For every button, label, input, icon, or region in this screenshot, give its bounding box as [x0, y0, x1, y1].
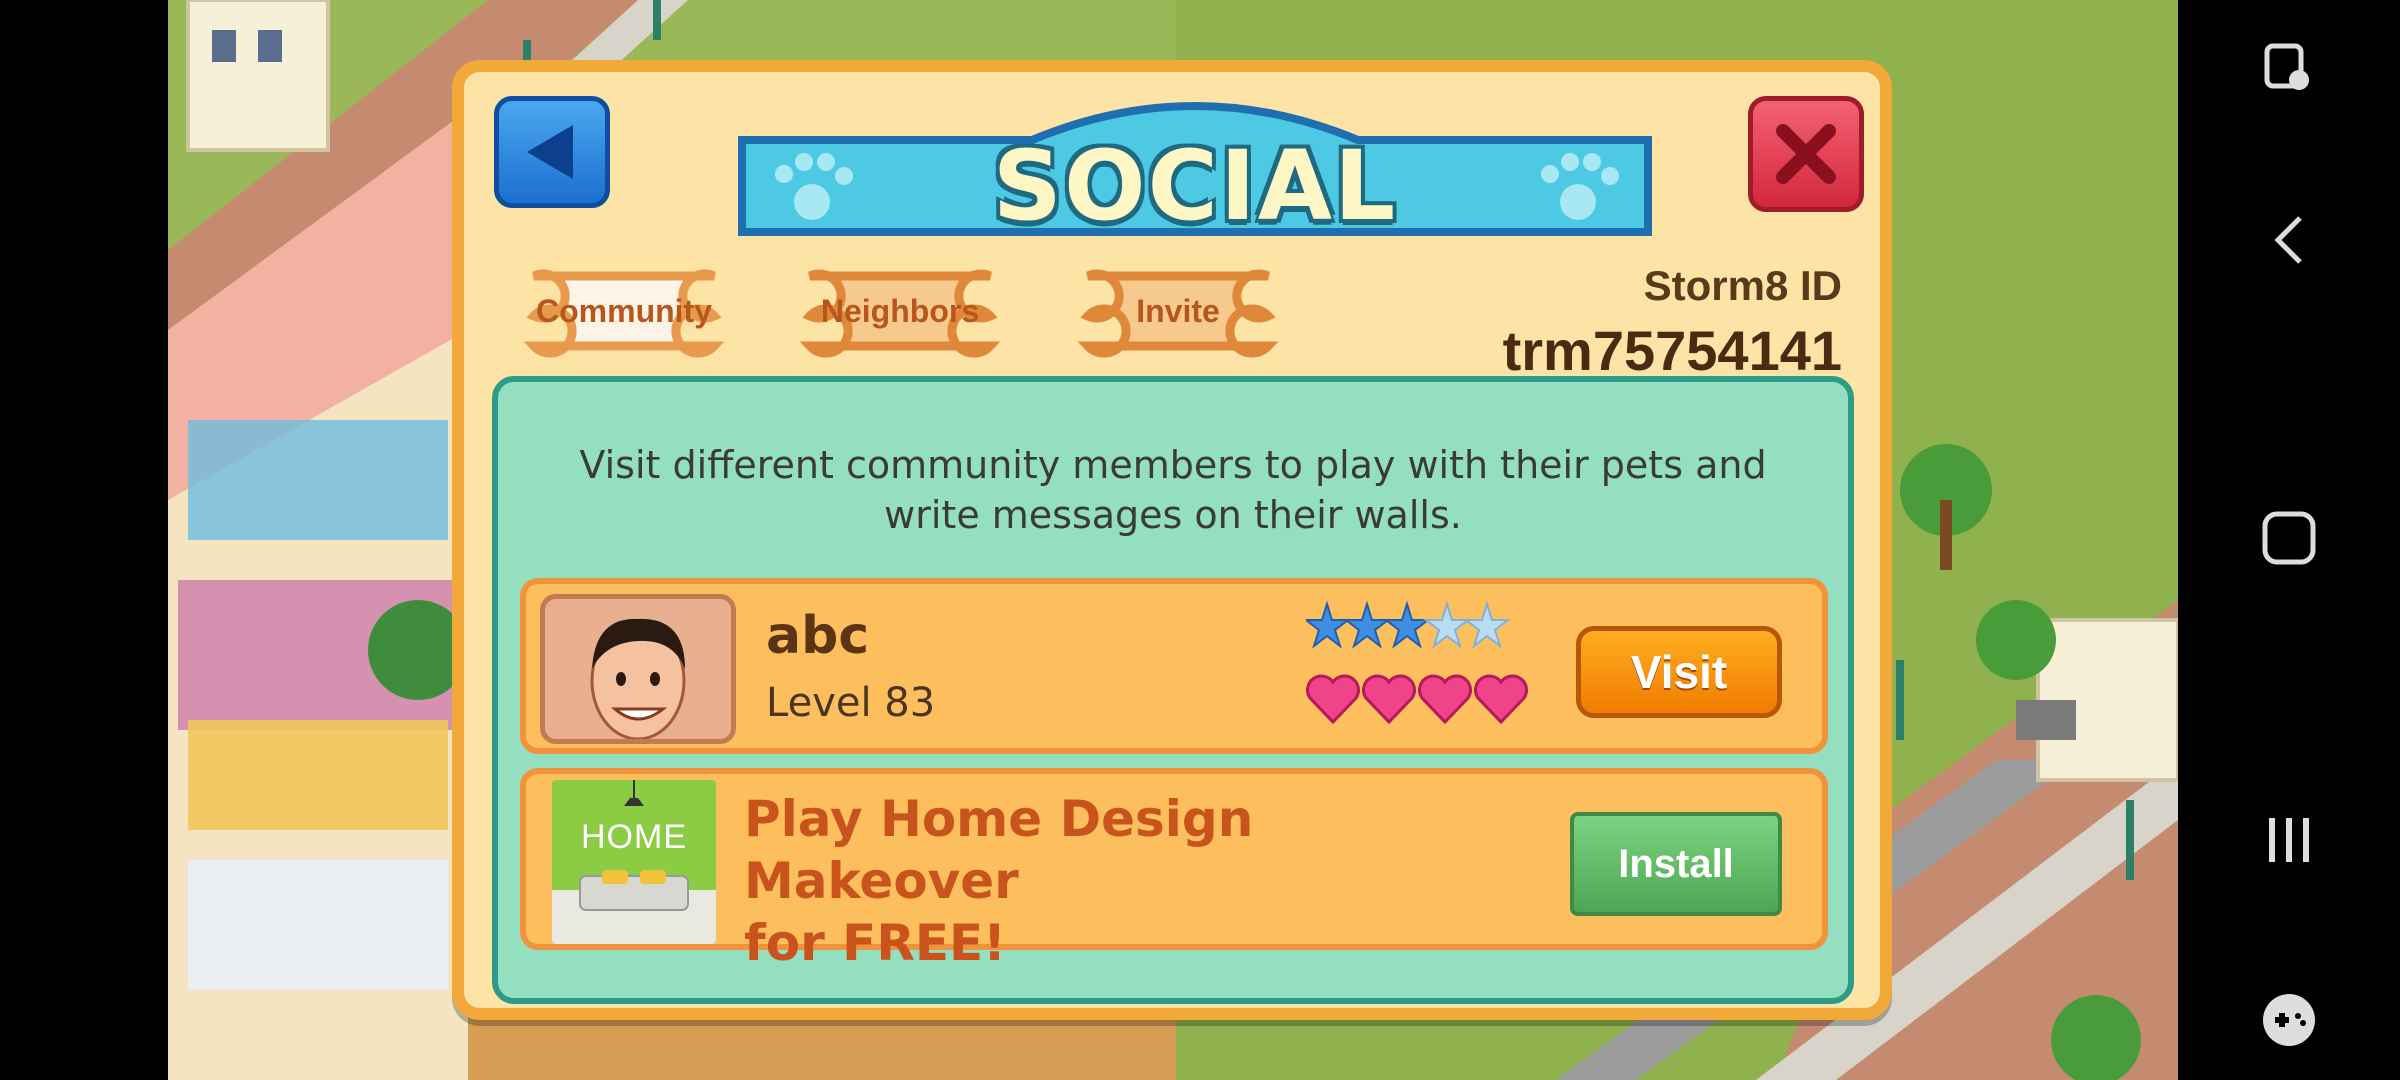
heart-icon [1473, 674, 1529, 725]
star-rating [1306, 600, 1511, 649]
player-face-icon [545, 599, 731, 739]
back-button[interactable] [494, 96, 610, 208]
app-icon-label: HOME [581, 818, 687, 856]
close-button[interactable] [1748, 96, 1864, 212]
star-icon [1343, 600, 1391, 649]
ad-text-line: for FREE! [744, 914, 1006, 972]
star-empty-icon [1463, 600, 1511, 649]
tab-label: Neighbors [820, 292, 980, 329]
storm8-id-value: trm75754141 [1502, 319, 1842, 382]
member-level: Level 83 [766, 680, 936, 726]
star-icon [1383, 600, 1431, 649]
community-description: Visit different community members to pla… [538, 440, 1808, 540]
ad-banner[interactable]: HOME Play Home Design Makeover for FREE!… [520, 768, 1828, 972]
community-panel: Visit different community members to pla… [492, 376, 1854, 1004]
storm8-id-label: Storm8 ID [1643, 262, 1842, 309]
visit-button[interactable]: Visit [1576, 626, 1782, 718]
heart-icon [1417, 674, 1473, 725]
tab-neighbors[interactable]: Neighbors [770, 256, 1030, 366]
heart-icon [1361, 674, 1417, 725]
title-banner: SOCIAL [732, 92, 1658, 242]
tab-community[interactable]: Community [494, 256, 754, 366]
home-square-icon[interactable] [2178, 488, 2400, 588]
recents-icon[interactable] [2178, 790, 2400, 890]
community-member-row: abc Level 83 Visit [520, 578, 1828, 754]
tab-label: Invite [1136, 292, 1220, 329]
screen-assist-icon[interactable] [2178, 20, 2400, 120]
tab-invite[interactable]: Invite [1048, 256, 1308, 366]
description-line: Visit different community members to pla… [579, 443, 1767, 487]
tab-label: Community [536, 292, 712, 329]
ad-text-line: Play Home Design Makeover [744, 790, 1254, 910]
app-artwork [552, 780, 716, 944]
dialog-title: SOCIAL [992, 130, 1398, 242]
home-design-app-icon[interactable]: HOME [552, 780, 716, 944]
heart-icon [1306, 674, 1361, 725]
system-navigation-bar [2178, 0, 2400, 1080]
game-tools-icon[interactable] [2178, 970, 2400, 1070]
star-icon [1306, 600, 1351, 649]
avatar[interactable] [540, 594, 736, 744]
heart-rating [1306, 674, 1529, 725]
ad-text: Play Home Design Makeover for FREE! [744, 788, 1504, 974]
install-button[interactable]: Install [1570, 812, 1782, 916]
social-dialog: SOCIAL Community Neighbors Invite Storm8… [452, 60, 1892, 1020]
triangle-left-icon [527, 125, 573, 179]
star-empty-icon [1423, 600, 1471, 649]
back-chevron-icon[interactable] [2178, 190, 2400, 290]
member-name: abc [766, 606, 870, 666]
description-line: write messages on their walls. [884, 493, 1462, 537]
x-icon [1776, 124, 1836, 184]
